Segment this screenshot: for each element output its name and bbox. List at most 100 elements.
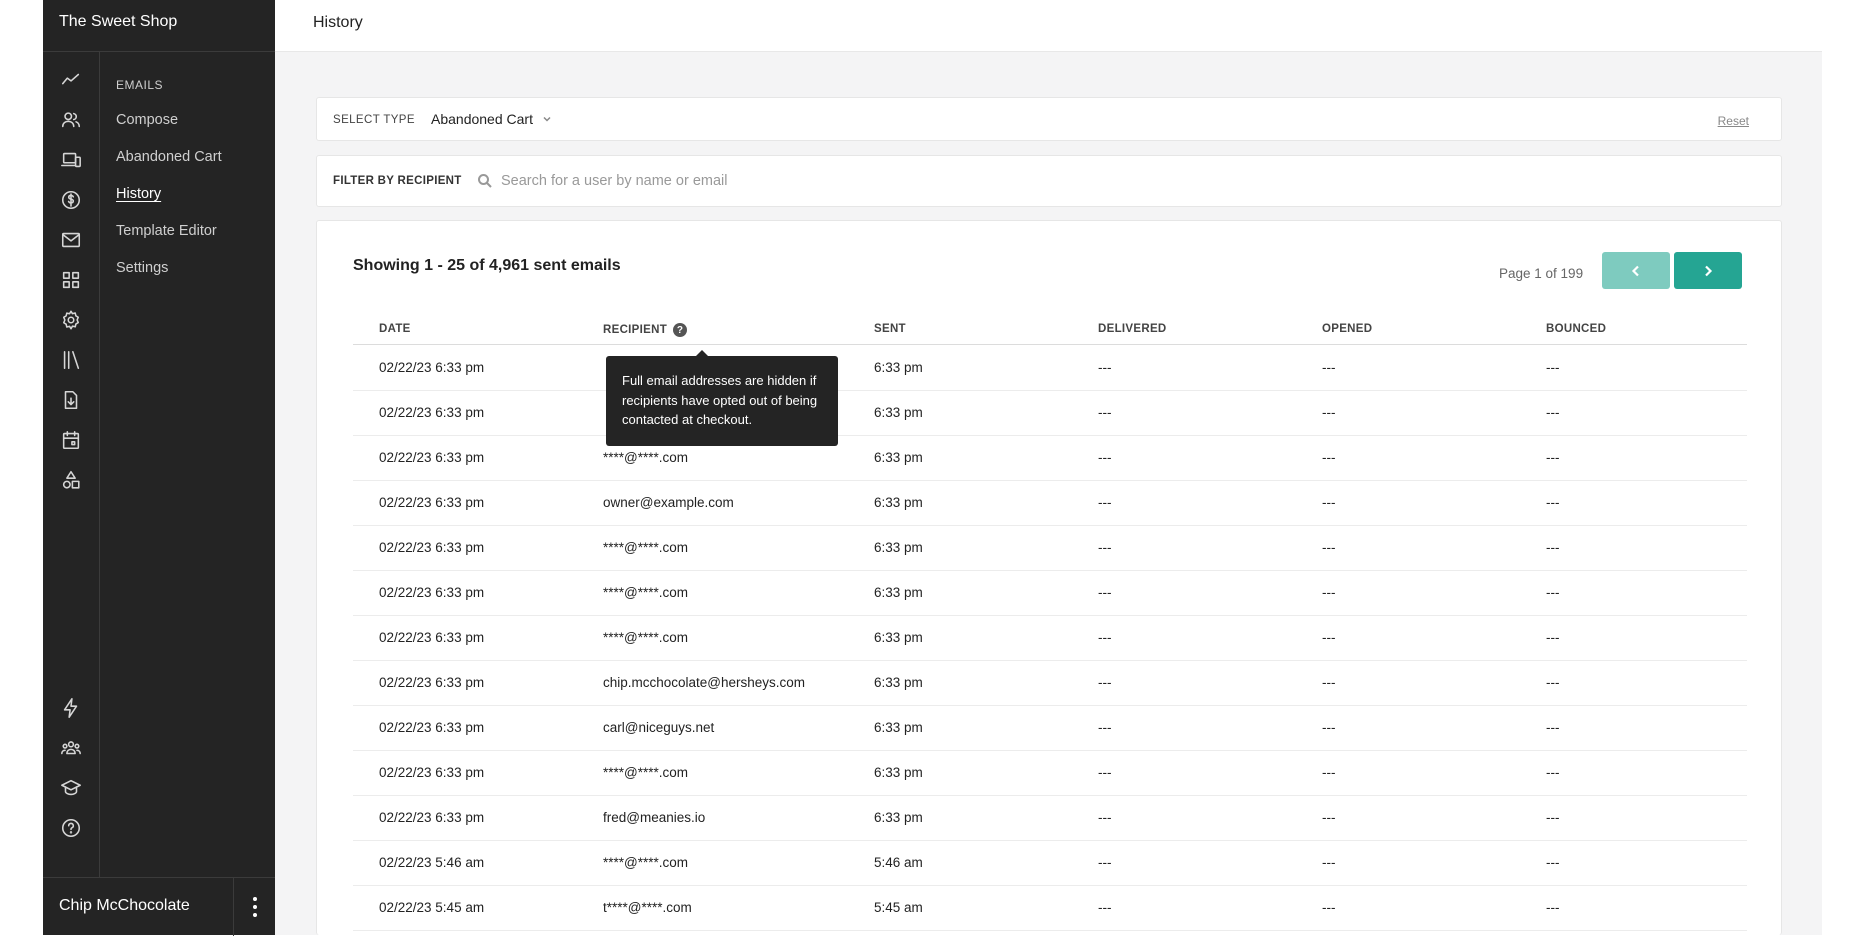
type-filter-card: SELECT TYPE Abandoned Cart Reset bbox=[316, 97, 1782, 141]
graduation-cap-icon[interactable] bbox=[59, 776, 83, 800]
recipient-cell: chip.mcchocolate@hersheys.com bbox=[603, 675, 806, 690]
sent-cell: 6:33 pm bbox=[874, 675, 923, 690]
icon-rail bbox=[43, 52, 100, 877]
sent-cell: 6:33 pm bbox=[874, 540, 923, 555]
column-header-bounced[interactable]: BOUNCED bbox=[1546, 323, 1606, 335]
table-row[interactable]: 02/22/23 6:33 pm carl@niceguys.net 6:33 pm… bbox=[353, 706, 1747, 751]
type-select-dropdown[interactable]: Abandoned Cart bbox=[431, 111, 552, 127]
type-select-value: Abandoned Cart bbox=[431, 111, 533, 127]
calendar-icon[interactable] bbox=[59, 428, 83, 452]
date-cell: 02/22/23 6:33 pm bbox=[379, 720, 485, 735]
chevron-right-icon bbox=[1705, 265, 1713, 276]
date-cell: 02/22/23 6:33 pm bbox=[379, 450, 485, 465]
table-row[interactable]: 02/22/23 6:33 pm ****@****.com 6:33 pm --- -… bbox=[353, 526, 1747, 571]
apps-grid-icon[interactable] bbox=[59, 268, 83, 292]
top-bar: History bbox=[275, 0, 1822, 52]
table-row[interactable]: 02/22/23 6:33 pm ****@****.com 6:33 pm --- -… bbox=[353, 751, 1747, 796]
table-row[interactable]: 02/22/23 5:45 am t****@****.com 5:45 am ---… bbox=[353, 886, 1747, 931]
recipient-cell: t****@****.com bbox=[603, 900, 692, 915]
sidebar: The Sweet Shop EMAILS Compose Abandoned … bbox=[43, 0, 275, 936]
sent-cell: 6:33 pm bbox=[874, 585, 923, 600]
column-header-opened[interactable]: OPENED bbox=[1322, 323, 1372, 335]
library-icon[interactable] bbox=[59, 348, 83, 372]
table-row[interactable]: 02/22/23 5:46 am ****@****.com 5:46 am --- -… bbox=[353, 841, 1747, 886]
sent-cell: 6:33 pm bbox=[874, 630, 923, 645]
bounced-cell: --- bbox=[1546, 585, 1560, 600]
sent-cell: 5:45 am bbox=[874, 900, 923, 915]
table-row[interactable]: 02/22/23 6:33 pm owner@example.com 6:33 pm… bbox=[353, 481, 1747, 526]
recipient-cell: ****@****.com bbox=[603, 765, 688, 780]
customers-icon[interactable] bbox=[59, 108, 83, 132]
mail-icon[interactable] bbox=[59, 228, 83, 252]
opened-cell: --- bbox=[1322, 720, 1336, 735]
delivered-cell: --- bbox=[1098, 450, 1112, 465]
opened-cell: --- bbox=[1322, 810, 1336, 825]
table-row[interactable]: 02/22/23 6:33 pm 6:33 pm --- --- --- bbox=[353, 391, 1747, 436]
opened-cell: --- bbox=[1322, 405, 1336, 420]
bounced-cell: --- bbox=[1546, 495, 1560, 510]
sent-cell: 6:33 pm bbox=[874, 810, 923, 825]
recipient-cell: fred@meanies.io bbox=[603, 810, 706, 825]
nav-item-history[interactable]: History bbox=[116, 186, 222, 223]
bounced-cell: --- bbox=[1546, 450, 1560, 465]
previous-page-button[interactable] bbox=[1602, 252, 1670, 289]
delivered-cell: --- bbox=[1098, 765, 1112, 780]
opened-cell: --- bbox=[1322, 900, 1336, 915]
date-cell: 02/22/23 6:33 pm bbox=[379, 765, 485, 780]
nav-item-template-editor[interactable]: Template Editor bbox=[116, 223, 222, 260]
shapes-icon[interactable] bbox=[59, 468, 83, 492]
column-header-sent[interactable]: SENT bbox=[874, 323, 906, 335]
date-cell: 02/22/23 6:33 pm bbox=[379, 360, 485, 375]
opened-cell: --- bbox=[1322, 450, 1336, 465]
team-icon[interactable] bbox=[59, 736, 83, 760]
column-header-delivered[interactable]: DELIVERED bbox=[1098, 323, 1167, 335]
table-row[interactable]: 02/22/23 6:33 pm ****@****.com 6:33 pm --- -… bbox=[353, 571, 1747, 616]
sent-cell: 6:33 pm bbox=[874, 405, 923, 420]
gear-icon[interactable] bbox=[59, 308, 83, 332]
bounced-cell: --- bbox=[1546, 810, 1560, 825]
table-row[interactable]: 02/22/23 6:33 pm 6:33 pm --- --- --- bbox=[353, 346, 1747, 391]
date-cell: 02/22/23 6:33 pm bbox=[379, 540, 485, 555]
help-icon[interactable]: ? bbox=[673, 323, 688, 337]
download-doc-icon[interactable] bbox=[59, 388, 83, 412]
table-body: 02/22/23 6:33 pm 6:33 pm --- --- --- 02/22/23… bbox=[353, 346, 1747, 931]
delivered-cell: --- bbox=[1098, 585, 1112, 600]
nav-item-settings[interactable]: Settings bbox=[116, 260, 222, 297]
column-header-recipient[interactable]: RECIPIENT ? bbox=[603, 323, 688, 337]
opened-cell: --- bbox=[1322, 360, 1336, 375]
nav-item-compose[interactable]: Compose bbox=[116, 112, 222, 149]
date-cell: 02/22/23 6:33 pm bbox=[379, 585, 485, 600]
opened-cell: --- bbox=[1322, 585, 1336, 600]
opened-cell: --- bbox=[1322, 855, 1336, 870]
nav-item-abandoned-cart[interactable]: Abandoned Cart bbox=[116, 149, 222, 186]
recipient-search-input[interactable] bbox=[501, 173, 1701, 189]
opened-cell: --- bbox=[1322, 540, 1336, 555]
search-icon bbox=[478, 174, 492, 188]
reset-link[interactable]: Reset bbox=[1718, 114, 1749, 128]
lightning-icon[interactable] bbox=[59, 696, 83, 720]
user-bar: Chip McChocolate bbox=[43, 877, 275, 936]
user-name[interactable]: Chip McChocolate bbox=[59, 897, 190, 915]
table-row[interactable]: 02/22/23 6:33 pm ****@****.com 6:33 pm --- -… bbox=[353, 616, 1747, 661]
table-row[interactable]: 02/22/23 6:33 pm chip.mcchocolate@hershey… bbox=[353, 661, 1747, 706]
shop-name[interactable]: The Sweet Shop bbox=[59, 13, 177, 31]
user-menu-button[interactable] bbox=[233, 878, 275, 936]
bounced-cell: --- bbox=[1546, 405, 1560, 420]
search-wrap bbox=[477, 166, 1767, 196]
date-cell: 02/22/23 6:33 pm bbox=[379, 630, 485, 645]
opened-cell: --- bbox=[1322, 495, 1336, 510]
analytics-icon[interactable] bbox=[59, 68, 83, 92]
sent-cell: 6:33 pm bbox=[874, 450, 923, 465]
devices-icon[interactable] bbox=[59, 148, 83, 172]
delivered-cell: --- bbox=[1098, 810, 1112, 825]
help-circle-icon[interactable] bbox=[59, 816, 83, 840]
table-row[interactable]: 02/22/23 6:33 pm ****@****.com 6:33 pm --- -… bbox=[353, 436, 1747, 481]
delivered-cell: --- bbox=[1098, 540, 1112, 555]
date-cell: 02/22/23 6:33 pm bbox=[379, 405, 485, 420]
table-header: DATE RECIPIENT ? SENT DELIVERED OPENED B… bbox=[353, 313, 1747, 345]
next-page-button[interactable] bbox=[1674, 252, 1742, 289]
column-header-date[interactable]: DATE bbox=[379, 323, 411, 335]
table-row[interactable]: 02/22/23 6:33 pm fred@meanies.io 6:33 pm --… bbox=[353, 796, 1747, 841]
opened-cell: --- bbox=[1322, 765, 1336, 780]
dollar-icon[interactable] bbox=[59, 188, 83, 212]
